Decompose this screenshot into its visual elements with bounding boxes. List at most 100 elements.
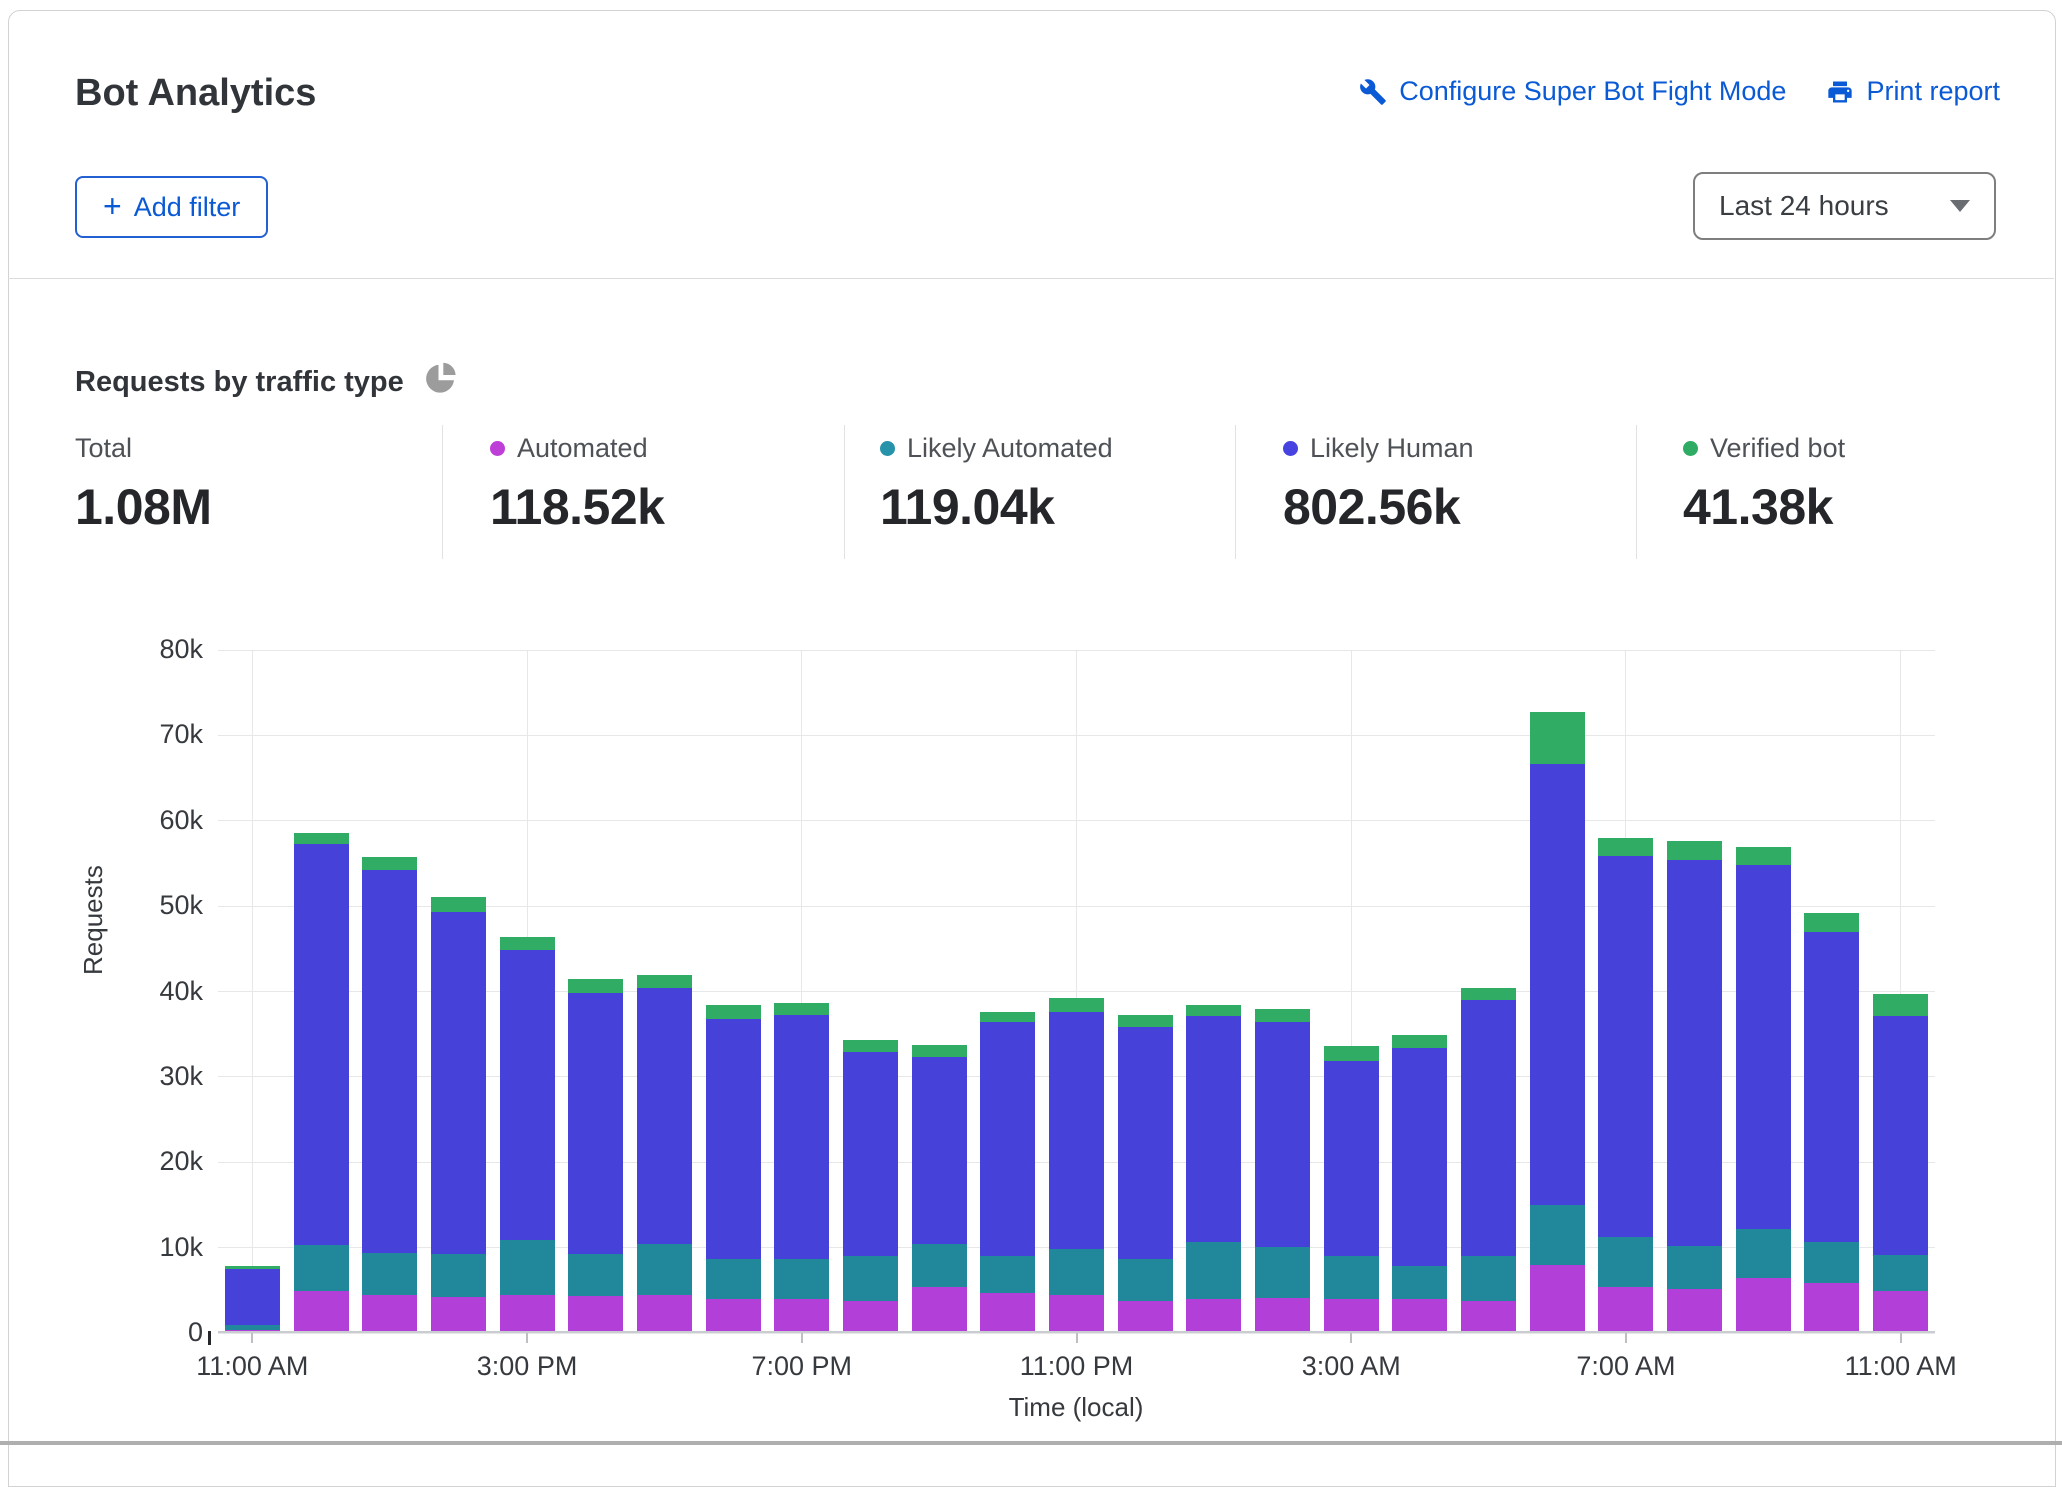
likely-automated-segment xyxy=(1873,1255,1928,1291)
x-gridline xyxy=(252,650,253,1333)
stacked-bar-300am xyxy=(1324,1046,1379,1333)
automated-segment xyxy=(1461,1301,1516,1333)
y-tick-label: 10k xyxy=(113,1232,203,1263)
time-range-dropdown[interactable]: Last 24 hours xyxy=(1693,172,1996,240)
y-tick-label: 40k xyxy=(113,976,203,1007)
stat-likely-automated[interactable]: Likely Automated 119.04k xyxy=(880,433,1113,536)
verified-bot-segment xyxy=(500,937,555,950)
likely-automated-segment xyxy=(706,1259,761,1299)
likely-automated-segment xyxy=(843,1256,898,1300)
automated-segment xyxy=(1530,1265,1585,1333)
y-axis-title: Requests xyxy=(78,865,109,975)
x-tick xyxy=(251,1333,253,1343)
likely-human-segment xyxy=(774,1015,829,1258)
stat-automated-label: Automated xyxy=(517,433,648,464)
automated-segment xyxy=(706,1299,761,1333)
stacked-bar-800pm xyxy=(843,1040,898,1333)
verified-bot-segment xyxy=(1324,1046,1379,1061)
likely-human-segment xyxy=(431,912,486,1254)
x-tick xyxy=(1076,1333,1078,1343)
stat-divider xyxy=(1235,425,1236,559)
stat-divider xyxy=(1636,425,1637,559)
likely-automated-segment xyxy=(1667,1246,1722,1290)
stacked-bar-100pm xyxy=(362,857,417,1333)
add-filter-button[interactable]: + Add filter xyxy=(75,176,268,238)
likely-human-segment xyxy=(294,844,349,1245)
likely-human-segment xyxy=(1392,1048,1447,1267)
stat-verified-bot-label: Verified bot xyxy=(1710,433,1845,464)
stacked-bar-600am xyxy=(1530,712,1585,1333)
automated-segment xyxy=(568,1296,623,1333)
automated-segment xyxy=(1598,1287,1653,1333)
header-actions: Configure Super Bot Fight Mode Print rep… xyxy=(1359,76,2000,107)
pie-chart-icon[interactable] xyxy=(422,360,458,404)
likely-automated-segment xyxy=(912,1244,967,1287)
likely-human-segment xyxy=(1804,932,1859,1242)
y-tick-label: 80k xyxy=(113,634,203,665)
automated-segment xyxy=(1255,1298,1310,1333)
print-report-link[interactable]: Print report xyxy=(1826,76,2000,107)
stat-likely-automated-value: 119.04k xyxy=(880,478,1113,536)
x-tick xyxy=(1350,1333,1352,1343)
plus-icon: + xyxy=(103,190,122,222)
x-tick xyxy=(1625,1333,1627,1343)
x-tick-label: 11:00 AM xyxy=(1845,1351,1957,1382)
likely-human-segment xyxy=(1255,1022,1310,1247)
likely-human-segment xyxy=(1667,860,1722,1246)
automated-segment xyxy=(1392,1299,1447,1333)
likely-automated-legend-dot xyxy=(880,441,895,456)
stat-likely-human-label: Likely Human xyxy=(1310,433,1474,464)
likely-automated-segment xyxy=(1186,1242,1241,1299)
stat-automated-value: 118.52k xyxy=(490,478,664,536)
likely-automated-segment xyxy=(1118,1259,1173,1301)
likely-automated-segment xyxy=(637,1244,692,1295)
stacked-bar-1100am xyxy=(225,1266,280,1333)
y-tick-label: 50k xyxy=(113,890,203,921)
stacked-bar-1100am xyxy=(1873,994,1928,1333)
stat-total-label: Total xyxy=(75,433,132,464)
automated-segment xyxy=(431,1297,486,1333)
stacked-bar-700pm xyxy=(774,1003,829,1333)
stat-divider xyxy=(844,425,845,559)
likely-human-segment xyxy=(1324,1061,1379,1257)
automated-segment xyxy=(1324,1299,1379,1333)
likely-automated-segment xyxy=(1049,1249,1104,1295)
stacked-bar-400pm xyxy=(568,979,623,1333)
verified-bot-segment xyxy=(1118,1015,1173,1026)
wrench-icon xyxy=(1359,78,1387,106)
likely-human-segment xyxy=(843,1052,898,1256)
automated-segment xyxy=(637,1295,692,1333)
x-tick-label: 11:00 AM xyxy=(196,1351,308,1382)
stat-verified-bot-value: 41.38k xyxy=(1683,478,1845,536)
y-tick-label: 60k xyxy=(113,805,203,836)
likely-human-segment xyxy=(1736,865,1791,1229)
automated-segment xyxy=(500,1295,555,1333)
configure-super-bot-fight-mode-link[interactable]: Configure Super Bot Fight Mode xyxy=(1359,76,1786,107)
x-axis-title: Time (local) xyxy=(1009,1392,1144,1423)
likely-human-segment xyxy=(1186,1016,1241,1241)
chevron-down-icon xyxy=(1950,200,1970,212)
x-axis-origin-tick xyxy=(208,1331,211,1345)
verified-bot-segment xyxy=(1667,841,1722,860)
stat-verified-bot[interactable]: Verified bot 41.38k xyxy=(1683,433,1845,536)
x-axis-line xyxy=(218,1331,1935,1333)
verified-bot-segment xyxy=(1530,712,1585,764)
x-tick xyxy=(1900,1333,1902,1343)
stat-automated[interactable]: Automated 118.52k xyxy=(490,433,664,536)
x-tick-label: 7:00 AM xyxy=(1576,1351,1675,1382)
verified-bot-segment xyxy=(706,1005,761,1019)
automated-segment xyxy=(1118,1301,1173,1333)
likely-human-segment xyxy=(1530,764,1585,1205)
stat-likely-human[interactable]: Likely Human 802.56k xyxy=(1283,433,1474,536)
verified-bot-segment xyxy=(774,1003,829,1016)
likely-automated-segment xyxy=(1736,1229,1791,1279)
page-title: Bot Analytics xyxy=(75,72,316,115)
y-tick-label: 0 xyxy=(113,1317,203,1348)
y-tick-label: 20k xyxy=(113,1146,203,1177)
stacked-bar-1000pm xyxy=(980,1012,1035,1333)
verified-bot-segment xyxy=(637,975,692,988)
y-tick-label: 30k xyxy=(113,1061,203,1092)
automated-segment xyxy=(1049,1295,1104,1333)
automated-segment xyxy=(774,1299,829,1333)
automated-legend-dot xyxy=(490,441,505,456)
